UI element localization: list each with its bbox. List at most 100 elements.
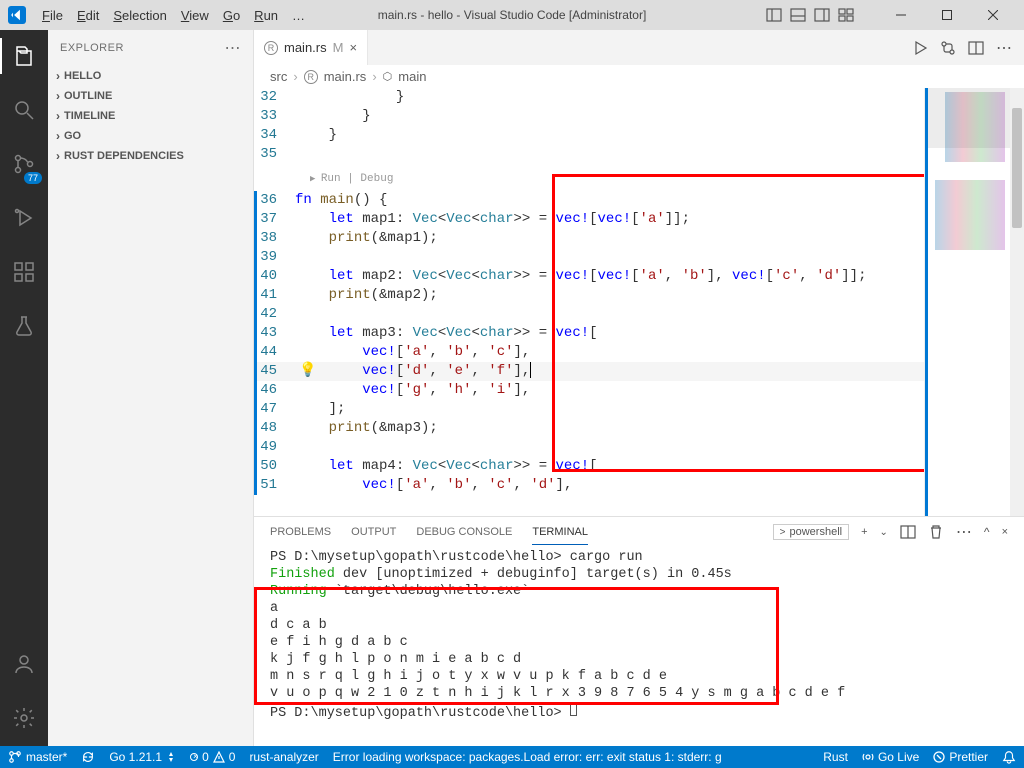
code-text[interactable]: let map1: Vec<Vec<char>> = vec![vec!['a'…	[295, 210, 924, 229]
status-problems[interactable]: × 0 0	[190, 750, 235, 764]
layout-icon-1[interactable]	[766, 7, 782, 23]
run-icon[interactable]	[912, 40, 928, 56]
code-text[interactable]: }	[295, 107, 924, 126]
code-text[interactable]: ];	[295, 400, 924, 419]
terminal-command: cargo run	[570, 550, 643, 565]
layout-icon-3[interactable]	[814, 7, 830, 23]
breadcrumbs[interactable]: src › R main.rs › ⬡ main	[254, 65, 1024, 88]
code-text[interactable]: vec!['d', 'e', 'f'],	[295, 362, 924, 381]
terminal-dropdown-icon[interactable]: ⌄	[880, 527, 888, 538]
sidebar-item-go[interactable]: ›GO	[48, 126, 253, 146]
code-text[interactable]	[295, 248, 924, 267]
breadcrumb-symbol[interactable]: main	[398, 69, 426, 84]
activity-account-icon[interactable]	[0, 646, 48, 682]
line-number: 38	[257, 229, 295, 248]
code-text[interactable]	[295, 305, 924, 324]
menu-bar: File Edit Selection View Go Run …	[36, 8, 311, 23]
activity-explorer-icon[interactable]	[0, 38, 48, 74]
terminal-shell-selector[interactable]: >powershell	[773, 524, 849, 540]
activity-debug-icon[interactable]	[0, 200, 48, 236]
status-rust-analyzer[interactable]: rust-analyzer	[249, 750, 318, 764]
code-text[interactable]: print(&map2);	[295, 286, 924, 305]
activity-settings-icon[interactable]	[0, 700, 48, 736]
line-number: 44	[257, 343, 295, 362]
panel-tab-problems[interactable]: PROBLEMS	[270, 520, 331, 544]
activity-extensions-icon[interactable]	[0, 254, 48, 290]
lightbulb-icon[interactable]: 💡	[299, 362, 316, 381]
code-text[interactable]: vec!['a', 'b', 'c', 'd'],	[295, 476, 924, 495]
panel-maximize-icon[interactable]: ^	[984, 525, 990, 539]
code-text[interactable]: let map2: Vec<Vec<char>> = vec![vec!['a'…	[295, 267, 924, 286]
activity-testing-icon[interactable]	[0, 308, 48, 344]
git-compare-icon[interactable]	[940, 40, 956, 56]
panel-more-icon[interactable]: ⋯	[956, 522, 972, 542]
code-text[interactable]: let map4: Vec<Vec<char>> = vec![	[295, 457, 924, 476]
split-terminal-icon[interactable]	[900, 524, 916, 540]
window-minimize[interactable]	[878, 0, 924, 30]
split-editor-icon[interactable]	[968, 40, 984, 56]
sidebar-item-hello[interactable]: ›HELLO	[48, 66, 253, 86]
line-number: 45	[257, 362, 295, 381]
window-close[interactable]	[970, 0, 1016, 30]
code-text[interactable]: print(&map1);	[295, 229, 924, 248]
terminal-output-line: m n s r q l g h i j o t y x w v u p k f …	[270, 668, 1008, 685]
line-number: 46	[257, 381, 295, 400]
status-language[interactable]: Rust	[823, 750, 848, 764]
status-notifications-icon[interactable]	[1002, 750, 1016, 764]
rust-file-icon: R	[304, 70, 318, 84]
menu-more[interactable]: …	[286, 8, 311, 23]
codelens-run-debug[interactable]: Run | Debug	[254, 164, 924, 191]
menu-file[interactable]: File	[36, 8, 69, 23]
new-terminal-icon[interactable]: +	[861, 526, 867, 538]
kill-terminal-icon[interactable]	[928, 524, 944, 540]
explorer-more-icon[interactable]: ⋯	[225, 38, 242, 58]
line-number: 36	[257, 191, 295, 210]
breadcrumb-src[interactable]: src	[270, 69, 287, 84]
status-branch[interactable]: master*	[8, 750, 67, 764]
rust-file-icon: R	[264, 41, 278, 55]
status-sync[interactable]	[81, 750, 95, 764]
menu-run[interactable]: Run	[248, 8, 284, 23]
activity-search-icon[interactable]	[0, 92, 48, 128]
layout-icon-4[interactable]	[838, 7, 854, 23]
breadcrumb-file[interactable]: main.rs	[324, 69, 367, 84]
tab-close-icon[interactable]: ×	[349, 40, 357, 55]
code-text[interactable]: print(&map3);	[295, 419, 924, 438]
code-text[interactable]: fn main() {	[295, 191, 924, 210]
status-go-live[interactable]: Go Live	[862, 750, 919, 764]
window-maximize[interactable]	[924, 0, 970, 30]
sidebar-item-outline[interactable]: ›OUTLINE	[48, 86, 253, 106]
code-text[interactable]: let map3: Vec<Vec<char>> = vec![	[295, 324, 924, 343]
code-text[interactable]: vec!['a', 'b', 'c'],	[295, 343, 924, 362]
line-number: 50	[257, 457, 295, 476]
panel-tab-output[interactable]: OUTPUT	[351, 520, 396, 544]
panel-tab-debug[interactable]: DEBUG CONSOLE	[416, 520, 512, 544]
layout-icon-2[interactable]	[790, 7, 806, 23]
menu-selection[interactable]: Selection	[107, 8, 172, 23]
menu-go[interactable]: Go	[217, 8, 246, 23]
status-prettier[interactable]: Prettier	[933, 750, 988, 764]
terminal-output-line: d c a b	[270, 617, 1008, 634]
status-error-message[interactable]: Error loading workspace: packages.Load e…	[333, 750, 722, 764]
status-go-version[interactable]: Go 1.21.1	[109, 750, 176, 764]
terminal[interactable]: PS D:\mysetup\gopath\rustcode\hello> car…	[254, 547, 1024, 746]
code-text[interactable]	[295, 145, 924, 164]
code-text[interactable]	[295, 438, 924, 457]
line-number: 37	[257, 210, 295, 229]
code-editor[interactable]: 32 }33 }34 }35Run | Debug36fn main() {37…	[254, 88, 924, 516]
code-text[interactable]: }	[295, 88, 924, 107]
code-text[interactable]: vec!['g', 'h', 'i'],	[295, 381, 924, 400]
tab-main-rs[interactable]: R main.rs M ×	[254, 30, 368, 65]
editor-scrollbar[interactable]	[1010, 88, 1024, 516]
activity-source-control-icon[interactable]: 77	[0, 146, 48, 182]
editor-more-icon[interactable]: ⋯	[996, 38, 1012, 58]
menu-edit[interactable]: Edit	[71, 8, 105, 23]
menu-view[interactable]: View	[175, 8, 215, 23]
sidebar-item-timeline[interactable]: ›TIMELINE	[48, 106, 253, 126]
minimap[interactable]	[924, 88, 1024, 516]
sidebar-item-rust-deps[interactable]: ›RUST DEPENDENCIES	[48, 146, 253, 166]
code-text[interactable]: }	[295, 126, 924, 145]
line-number: 49	[257, 438, 295, 457]
panel-tab-terminal[interactable]: TERMINAL	[532, 520, 588, 545]
panel-close-icon[interactable]: ×	[1002, 526, 1008, 538]
